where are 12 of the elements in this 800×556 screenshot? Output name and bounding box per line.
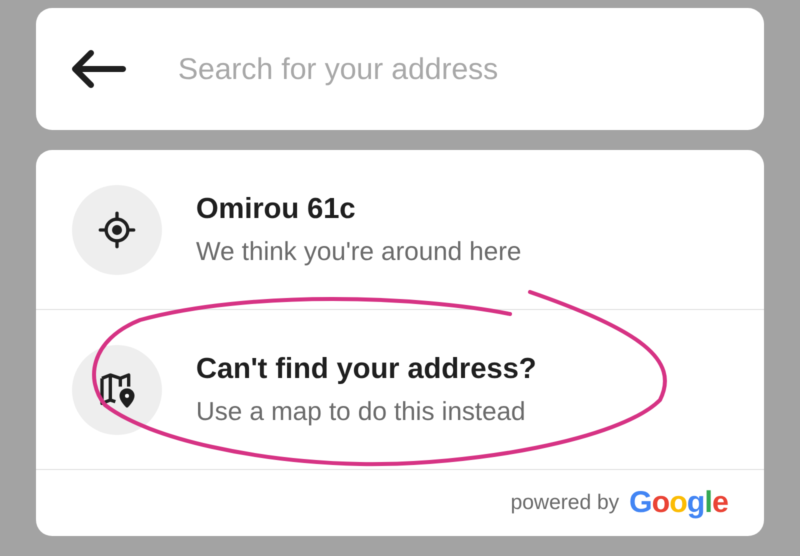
result-item[interactable]: Can't find your address? Use a map to do this instead: [36, 310, 764, 470]
google-logo: Google: [629, 488, 728, 518]
back-arrow-icon: [69, 49, 127, 89]
result-subtitle: We think you're around here: [196, 235, 522, 268]
search-field[interactable]: Search for your address: [178, 46, 744, 92]
powered-by-text: powered by: [510, 490, 620, 516]
result-title: Omirou 61c: [196, 192, 357, 228]
crosshair-icon: [97, 210, 137, 250]
result-subtitle: Use a map to do this instead: [196, 395, 527, 428]
result-item[interactable]: Omirou 61c We think you're around here: [36, 150, 764, 310]
result-title: Can't find your address?: [196, 352, 536, 388]
search-bar[interactable]: Search for your address: [36, 8, 764, 130]
